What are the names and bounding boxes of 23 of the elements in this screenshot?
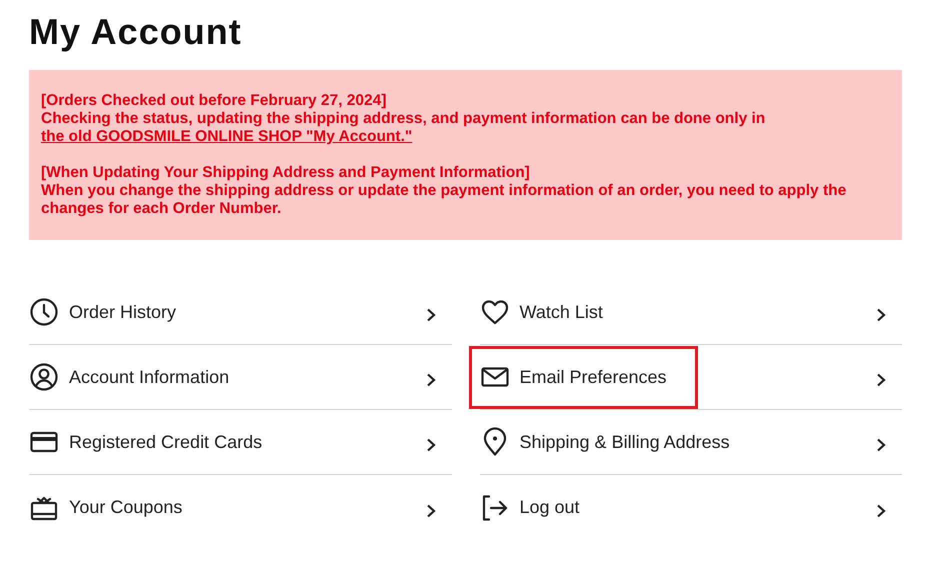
chevron-right-icon: [426, 373, 436, 387]
chevron-right-icon: [876, 373, 886, 387]
notice-heading: [When Updating Your Shipping Address and Payment Information]: [41, 164, 530, 182]
page-title: My Account: [29, 10, 242, 54]
menu-item[interactable]: Order History: [29, 280, 452, 345]
menu-item[interactable]: Watch List: [480, 280, 902, 345]
user-icon: [29, 362, 59, 392]
menu-item[interactable]: Account Information: [29, 345, 452, 410]
notice-heading: [Orders Checked out before February 27, 2024]: [41, 92, 386, 110]
menu-item[interactable]: Your Coupons: [29, 475, 452, 540]
chevron-right-icon: [426, 504, 436, 518]
chevron-right-icon: [876, 504, 886, 518]
notice-text: When you change the shipping address or update the payment information of an order, you need to apply the changes for each Order Number.: [41, 182, 848, 218]
menu-item[interactable]: Registered Credit Cards: [29, 410, 452, 475]
clock-icon: [29, 297, 59, 327]
chevron-right-icon: [426, 308, 436, 322]
menu-item[interactable]: Shipping & Billing Address: [480, 410, 902, 475]
menu-item[interactable]: Email Preferences: [480, 345, 902, 410]
menu-item[interactable]: Log out: [480, 475, 902, 540]
notice-text: Checking the status, updating the shipping address, and payment information can be done only in the old GOODSMILE ONLINE SHOP "My Account.": [41, 110, 766, 146]
chevron-right-icon: [876, 438, 886, 452]
chevron-right-icon: [876, 308, 886, 322]
chevron-right-icon: [426, 438, 436, 452]
